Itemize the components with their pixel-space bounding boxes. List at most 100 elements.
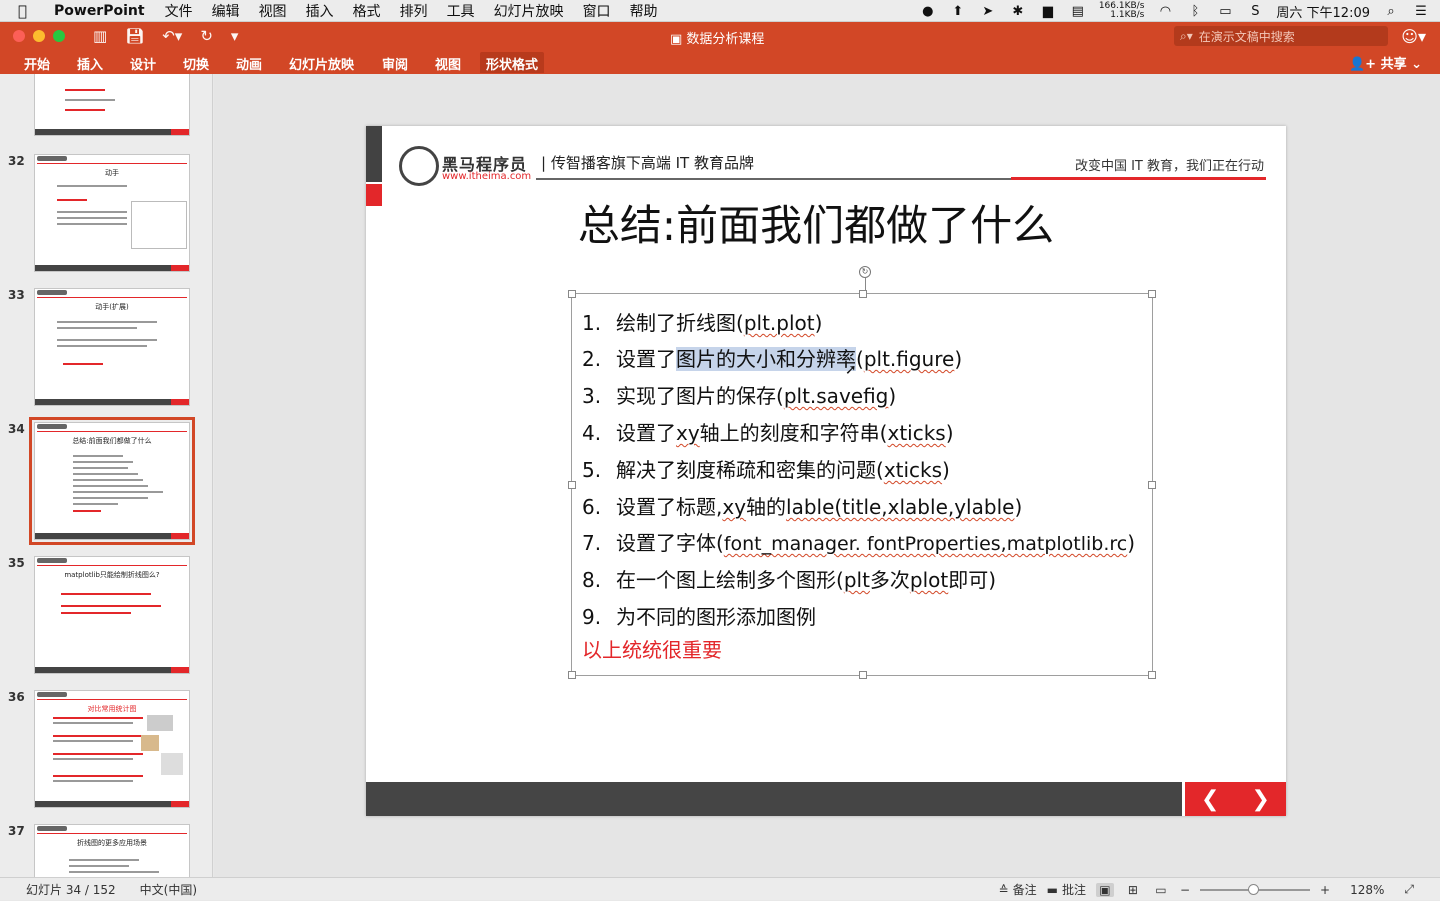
zoom-in-icon[interactable]: + [1320,883,1330,897]
tab-view[interactable]: 视图 [429,52,467,73]
list-item[interactable]: 2. 设置了图片的大小和分辨率(plt.figure) [582,343,962,372]
slide-title[interactable]: 总结:前面我们都做了什么 [366,192,1266,253]
slide-title-text[interactable]: 总结:前面我们都做了什么 [578,192,1054,253]
menu-insert[interactable]: 插入 [306,1,334,21]
tab-shape-format[interactable]: 形状格式 [480,52,545,73]
resize-handle-e[interactable] [1148,481,1156,489]
list-item[interactable]: 3. 实现了图片的保存(plt.savefig) [582,380,896,409]
document-icon: ▣ [670,32,687,47]
list-item[interactable]: 8. 在一个图上绘制多个图形(plt多次plot即可) [582,564,996,593]
spotlight-search-icon[interactable]: ⌕ [1382,3,1400,19]
resize-handle-w[interactable] [568,481,576,489]
list-item[interactable]: 5. 解决了刻度稀疏和密集的问题(xticks) [582,454,950,483]
slide-sorter-view-icon[interactable]: ⊞ [1124,883,1142,897]
current-slide[interactable]: 黑马程序员 www.itheima.com | 传智播客旗下高端 IT 教育品牌… [366,126,1286,816]
selected-text-box[interactable]: ↻ 1. 绘制了折线图(plt.plot) 2. 设置了图片的大小和分辨率(plt.… [568,266,1156,679]
network-speed: 166.1KB/s 1.1KB/s [1099,2,1145,20]
menu-file[interactable]: 文件 [165,1,193,21]
reading-view-icon[interactable]: ▭ [1152,883,1170,897]
slide-thumbnail-33[interactable]: 动手(扩展) [34,288,190,406]
share-button[interactable]: 👤+ 共享 ⌄ [1349,53,1422,72]
menu-view[interactable]: 视图 [259,1,287,21]
sidebar-toggle-icon[interactable]: ▥ [93,27,107,45]
fit-to-window-icon[interactable]: ⤢ [1404,882,1414,897]
tab-insert[interactable]: 插入 [71,52,109,73]
record-icon[interactable]: ● [919,3,937,19]
bluetooth-icon[interactable]: ᛒ [1186,3,1204,19]
zoom-slider[interactable] [1200,883,1311,895]
menu-window[interactable]: 窗口 [583,1,611,21]
prev-slide-icon[interactable]: ❮ [1201,787,1219,812]
menu-slideshow[interactable]: 幻灯片放映 [494,1,564,21]
normal-view-icon[interactable]: ▣ [1095,882,1114,897]
close-window-button[interactable] [13,30,25,42]
thumbnail-title: 动手(扩展) [95,303,129,311]
menu-tools[interactable]: 工具 [447,1,475,21]
wifi-icon[interactable]: ◠ [1156,3,1174,19]
slide-thumbnail-35[interactable]: matplotlib只能绘制折线图么? [34,556,190,674]
upload-icon[interactable]: ⬆ [949,3,967,19]
minimize-window-button[interactable] [33,30,45,42]
next-slide-icon[interactable]: ❯ [1252,787,1270,812]
list-item-code: plt.savefig [783,384,889,408]
search-box[interactable]: ⌕▾ 在演示文稿中搜索 [1174,26,1388,46]
resize-handle-nw[interactable] [568,290,576,298]
document-title-text: 数据分析课程 [686,32,765,47]
resize-handle-n[interactable] [859,290,867,298]
comments-button[interactable]: ▬ 批注 [1047,881,1086,898]
slide-thumbnail-pane[interactable]: 32 动手 33 动手(扩展) 34 总结:前面我们都做了什么 35 matpl… [0,74,213,877]
apple-menu-icon[interactable]:  [18,2,38,20]
tab-design[interactable]: 设计 [124,52,162,73]
tab-slideshow[interactable]: 幻灯片放映 [283,52,360,73]
zoom-window-button[interactable] [53,30,65,42]
battery-icon[interactable]: ▭ [1216,3,1234,19]
list-item[interactable]: 9. 为不同的图形添加图例 [582,601,816,630]
list-item[interactable]: 4. 设置了xy轴上的刻度和字符串(xticks) [582,417,954,446]
notes-button[interactable]: ≙ 备注 [999,881,1037,898]
selected-text-highlight[interactable]: 图片的大小和分辨率 [676,347,856,371]
slide-thumbnail-37[interactable]: 折线图的更多应用场景 [34,824,190,877]
resize-handle-se[interactable] [1148,671,1156,679]
app-menu[interactable]: PowerPoint [54,3,145,19]
tab-home[interactable]: 开始 [18,52,56,73]
resize-handle-s[interactable] [859,671,867,679]
memory-icon[interactable]: ▤ [1069,3,1087,19]
header-divider [536,178,1011,180]
feedback-smiley-icon[interactable]: ☺▾ [1401,27,1426,46]
document-title: ▣ 数据分析课程 [670,28,764,47]
slide-thumbnail-36[interactable]: 对比常用统计图 [34,690,190,808]
bug-icon[interactable]: ✱ [1009,3,1027,19]
notification-center-icon[interactable]: ☰ [1412,3,1430,19]
tab-transitions[interactable]: 切换 [177,52,215,73]
menu-arrange[interactable]: 排列 [400,1,428,21]
list-item[interactable]: 7. 设置了字体(font_manager. fontProperties,mat… [582,527,1135,556]
redo-icon[interactable]: ↻ [200,27,213,45]
zoom-slider-knob[interactable] [1248,883,1260,895]
menu-help[interactable]: 帮助 [630,1,658,21]
slide-thumbnail-31[interactable] [34,74,190,136]
save-icon[interactable]: 💾︎ [125,27,144,45]
activity-monitor-icon[interactable]: ▆ [1039,3,1057,19]
customize-toolbar-icon[interactable]: ▾ [231,27,239,45]
menu-edit[interactable]: 编辑 [212,1,240,21]
list-item[interactable]: 1. 绘制了折线图(plt.plot) [582,307,822,336]
resize-handle-sw[interactable] [568,671,576,679]
list-item-text: ) [954,347,963,371]
zoom-level[interactable]: 128% [1350,883,1384,897]
slide-thumbnail-34[interactable]: 总结:前面我们都做了什么 [29,417,195,545]
undo-icon[interactable]: ↶▾ [162,27,182,45]
list-item[interactable]: 6. 设置了标题,xy轴的lable(title,xlable,ylable) [582,491,1022,520]
conclusion-text[interactable]: 以上统统很重要 [582,634,722,663]
rotate-handle-icon[interactable]: ↻ [859,266,871,278]
search-input[interactable]: 在演示文稿中搜索 [1199,28,1295,45]
menu-format[interactable]: 格式 [353,1,381,21]
resize-handle-ne[interactable] [1148,290,1156,298]
slide-thumbnail-32[interactable]: 动手 [34,154,190,272]
tab-animations[interactable]: 动画 [230,52,268,73]
clock[interactable]: 周六 下午12:09 [1276,2,1370,21]
app-s-icon[interactable]: S [1246,3,1264,19]
send-icon[interactable]: ➤ [979,3,997,19]
tab-review[interactable]: 审阅 [376,52,414,73]
language-indicator[interactable]: 中文(中国) [140,881,197,898]
zoom-out-icon[interactable]: − [1180,883,1190,897]
